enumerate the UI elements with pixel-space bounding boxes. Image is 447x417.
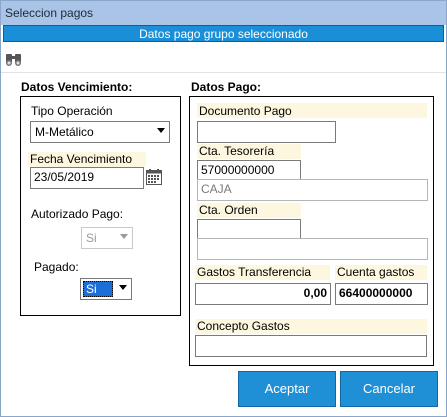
dialog-window: Seleccion pagos Datos pago grupo selecci… xyxy=(0,0,447,417)
documento-pago-label: Documento Pago xyxy=(199,104,292,118)
tipo-operacion-select[interactable]: M-Metálico xyxy=(30,121,170,143)
vencimiento-title: Datos Vencimiento: xyxy=(21,80,133,94)
tipo-operacion-value: M-Metálico xyxy=(35,125,94,139)
pagado-select[interactable]: Si xyxy=(80,278,132,300)
gastos-transferencia-label: Gastos Transferencia xyxy=(197,265,312,279)
section-header-title: Datos pago grupo seleccionado xyxy=(139,27,308,41)
chevron-down-icon xyxy=(119,285,127,290)
binoculars-icon[interactable] xyxy=(3,48,25,70)
accept-button[interactable]: Aceptar xyxy=(238,371,336,407)
autorizado-pago-label: Autorizado Pago: xyxy=(31,207,124,221)
toolbar-separator xyxy=(1,72,446,73)
concepto-gastos-label: Concepto Gastos xyxy=(197,319,290,333)
pagado-value: Si xyxy=(83,281,113,297)
cuenta-gastos-label: Cuenta gastos xyxy=(337,265,415,279)
cta-tesoreria-label: Cta. Tesorería xyxy=(199,144,275,158)
calendar-icon[interactable] xyxy=(146,169,162,185)
cta-tesoreria-description: CAJA xyxy=(197,179,428,201)
chevron-down-icon xyxy=(120,234,128,239)
cuenta-gastos-input[interactable]: 66400000000 xyxy=(335,283,428,305)
title-bar[interactable]: Seleccion pagos xyxy=(1,1,446,25)
cta-tesoreria-input[interactable]: 57000000000 xyxy=(197,160,301,180)
pago-title: Datos Pago: xyxy=(191,80,262,94)
cta-orden-label: Cta. Orden xyxy=(199,203,258,217)
autorizado-pago-value: Si xyxy=(86,231,97,245)
autorizado-pago-select[interactable]: Si xyxy=(81,227,133,249)
cta-orden-description xyxy=(197,238,428,260)
fecha-vencimiento-label: Fecha Vencimiento xyxy=(30,152,133,166)
chevron-down-icon xyxy=(157,128,165,133)
documento-pago-input[interactable] xyxy=(197,121,336,143)
section-header: Datos pago grupo seleccionado xyxy=(3,25,444,42)
tipo-operacion-label: Tipo Operación xyxy=(31,104,113,118)
gastos-transferencia-input[interactable]: 0,00 xyxy=(195,283,331,305)
fecha-vencimiento-input[interactable]: 23/05/2019 xyxy=(30,167,144,189)
cancel-button[interactable]: Cancelar xyxy=(340,371,438,407)
window-title: Seleccion pagos xyxy=(5,6,94,20)
cta-orden-input[interactable] xyxy=(197,219,301,239)
concepto-gastos-input[interactable] xyxy=(195,335,427,357)
pagado-label: Pagado: xyxy=(34,260,79,274)
